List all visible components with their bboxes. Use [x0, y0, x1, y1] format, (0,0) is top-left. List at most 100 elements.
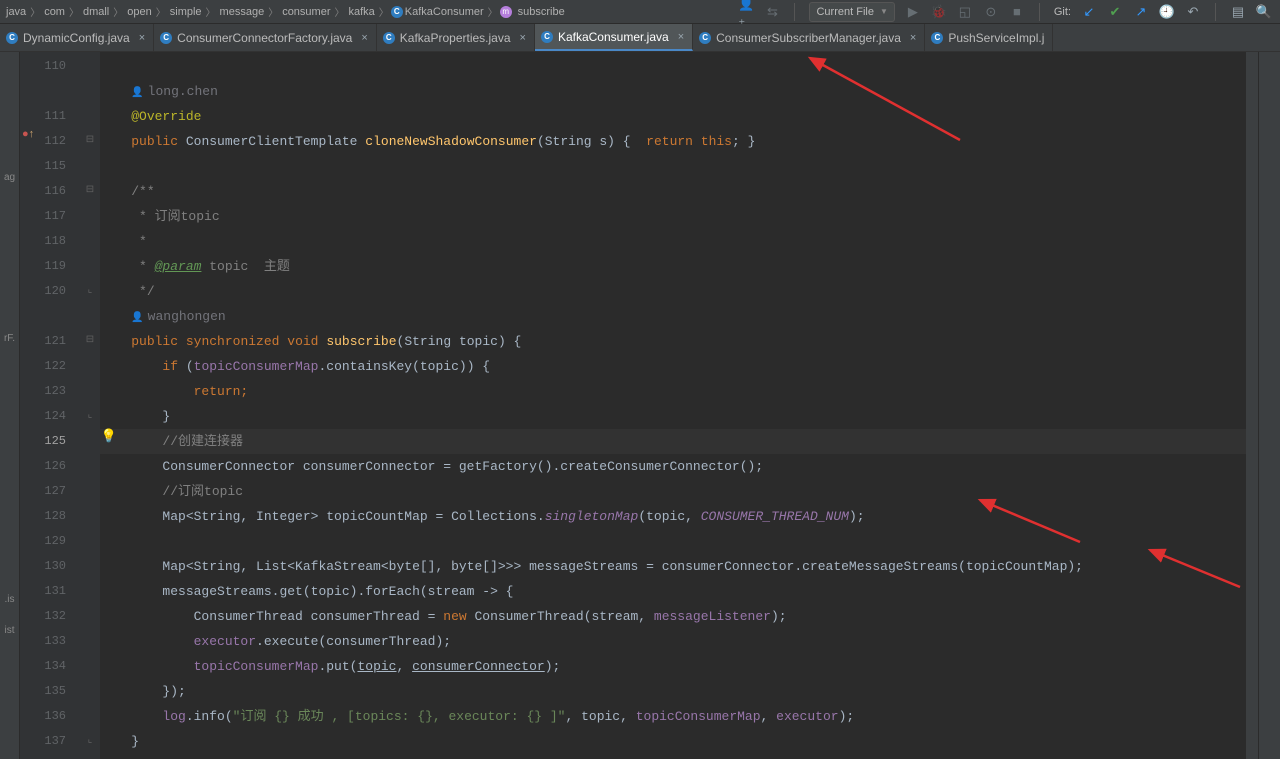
fold-end-icon[interactable]: ⌞	[88, 409, 93, 420]
chevron-right-icon: 〉	[67, 4, 81, 19]
close-icon[interactable]: ×	[361, 32, 367, 44]
line-number[interactable]: 128	[20, 504, 80, 529]
line-number	[20, 79, 80, 104]
git-rollback-icon[interactable]: ↶	[1185, 4, 1201, 20]
fold-end-icon[interactable]: ⌞	[88, 734, 93, 745]
git-push-icon[interactable]: ↗	[1133, 4, 1149, 20]
profile-icon[interactable]: ⊙	[983, 4, 999, 20]
line-number[interactable]: 130	[20, 554, 80, 579]
editor-tab-active[interactable]: CKafkaConsumer.java×	[535, 24, 693, 51]
line-number[interactable]: 123	[20, 379, 80, 404]
editor-tab[interactable]: CDynamicConfig.java×	[0, 24, 154, 51]
run-icon[interactable]: ▶	[905, 4, 921, 20]
fold-toggle-icon[interactable]: ⊟	[86, 334, 94, 345]
comment: //创建连接器	[162, 434, 243, 449]
debug-icon[interactable]: 🐞	[931, 4, 947, 20]
breadcrumb-item[interactable]: KafkaConsumer	[403, 6, 486, 18]
line-number[interactable]: 118	[20, 229, 80, 254]
close-icon[interactable]: ×	[520, 32, 526, 44]
editor-tab[interactable]: CPushServiceImpl.j	[925, 24, 1053, 51]
search-icon[interactable]: 🔍	[1256, 4, 1272, 20]
editor-tab[interactable]: CConsumerSubscriberManager.java×	[693, 24, 925, 51]
comment: *	[131, 234, 147, 249]
editor: ag rF. .is ist 110 111 112 115 116 117 1…	[0, 52, 1280, 759]
line-number[interactable]: 132	[20, 604, 80, 629]
line-number[interactable]: 121	[20, 329, 80, 354]
navigation-bar: java〉 com〉 dmall〉 open〉 simple〉 message〉…	[0, 0, 1280, 24]
tool-window-button[interactable]: rF.	[4, 333, 15, 344]
git-history-icon[interactable]: 🕘	[1159, 4, 1175, 20]
line-number[interactable]: 122	[20, 354, 80, 379]
sync-icon[interactable]: ⇆	[764, 4, 780, 20]
editor-tab[interactable]: CConsumerConnectorFactory.java×	[154, 24, 377, 51]
line-number[interactable]: 110	[20, 54, 80, 79]
tool-window-stripe-left[interactable]: ag rF. .is ist	[0, 52, 20, 759]
breadcrumb-item[interactable]: dmall	[81, 6, 111, 18]
line-number[interactable]: 137	[20, 729, 80, 754]
tool-window-button[interactable]: ag	[4, 172, 15, 183]
line-number[interactable]: 119	[20, 254, 80, 279]
line-number[interactable]: 117	[20, 204, 80, 229]
tool-window-button[interactable]: ist	[5, 625, 15, 636]
line-number[interactable]: 133	[20, 629, 80, 654]
user-add-icon[interactable]: 👤₊	[738, 4, 754, 20]
line-number[interactable]: 136	[20, 704, 80, 729]
line-number[interactable]: 127	[20, 479, 80, 504]
method-name: cloneNewShadowConsumer	[365, 134, 537, 149]
breadcrumb[interactable]: java〉 com〉 dmall〉 open〉 simple〉 message〉…	[0, 4, 571, 19]
tool-window-button[interactable]: .is	[5, 594, 15, 605]
tab-label: KafkaConsumer.java	[558, 30, 669, 44]
code-area[interactable]: 💡 long.chen @Override public ConsumerCli…	[100, 52, 1246, 759]
fold-toggle-icon[interactable]: ⊟	[86, 184, 94, 195]
fold-toggle-icon[interactable]: ⊟	[86, 134, 94, 145]
close-icon[interactable]: ×	[910, 32, 916, 44]
breadcrumb-item[interactable]: kafka	[346, 6, 376, 18]
comment: */	[131, 284, 154, 299]
coverage-icon[interactable]: ◱	[957, 4, 973, 20]
comment: * 订阅topic	[131, 209, 219, 224]
breadcrumb-item[interactable]: com	[42, 6, 67, 18]
line-number[interactable]: 138	[20, 754, 80, 759]
breadcrumb-item[interactable]: consumer	[280, 6, 332, 18]
line-number[interactable]: 131	[20, 579, 80, 604]
fold-end-icon[interactable]: ⌞	[88, 284, 93, 295]
run-config-selector[interactable]: Current File ▼	[809, 2, 894, 22]
close-icon[interactable]: ×	[678, 31, 684, 43]
line-number-current[interactable]: 125	[20, 429, 80, 454]
line-number[interactable]: 124	[20, 404, 80, 429]
author-hint: long.chen	[148, 84, 218, 99]
body: {	[615, 134, 638, 149]
breadcrumb-item[interactable]: message	[218, 6, 267, 18]
line-number[interactable]: 116	[20, 179, 80, 204]
line-number[interactable]: 111	[20, 104, 80, 129]
breadcrumb-item[interactable]: subscribe	[516, 6, 567, 18]
line-number[interactable]: 115	[20, 154, 80, 179]
annotation: @Override	[131, 109, 201, 124]
error-stripe[interactable]	[1246, 52, 1258, 759]
class-icon: C	[383, 32, 395, 44]
line-number	[20, 304, 80, 329]
line-number[interactable]: 126	[20, 454, 80, 479]
line-number[interactable]: 134	[20, 654, 80, 679]
tool-window-stripe-right[interactable]	[1258, 52, 1280, 759]
stop-icon[interactable]: ■	[1009, 4, 1025, 20]
git-pull-icon[interactable]: ↙	[1081, 4, 1097, 20]
breadcrumb-item[interactable]: simple	[168, 6, 204, 18]
line-number[interactable]: 120	[20, 279, 80, 304]
line-number[interactable]: 129	[20, 529, 80, 554]
breadcrumb-item[interactable]: java	[4, 6, 28, 18]
tab-label: PushServiceImpl.j	[948, 31, 1044, 45]
chevron-right-icon: 〉	[377, 4, 391, 19]
ide-settings-icon[interactable]: ▤	[1230, 4, 1246, 20]
type: ConsumerClientTemplate	[186, 134, 358, 149]
close-icon[interactable]: ×	[139, 32, 145, 44]
chevron-right-icon: 〉	[111, 4, 125, 19]
line-number[interactable]: 135	[20, 679, 80, 704]
chevron-right-icon: 〉	[486, 4, 500, 19]
intention-bulb-icon[interactable]: 💡	[100, 429, 118, 444]
line-number-gutter[interactable]: 110 111 112 115 116 117 118 119 120 121 …	[20, 52, 80, 759]
git-commit-icon[interactable]: ✔	[1107, 4, 1123, 20]
editor-tab[interactable]: CKafkaProperties.java×	[377, 24, 535, 51]
comment: *	[131, 259, 154, 274]
breadcrumb-item[interactable]: open	[125, 6, 153, 18]
